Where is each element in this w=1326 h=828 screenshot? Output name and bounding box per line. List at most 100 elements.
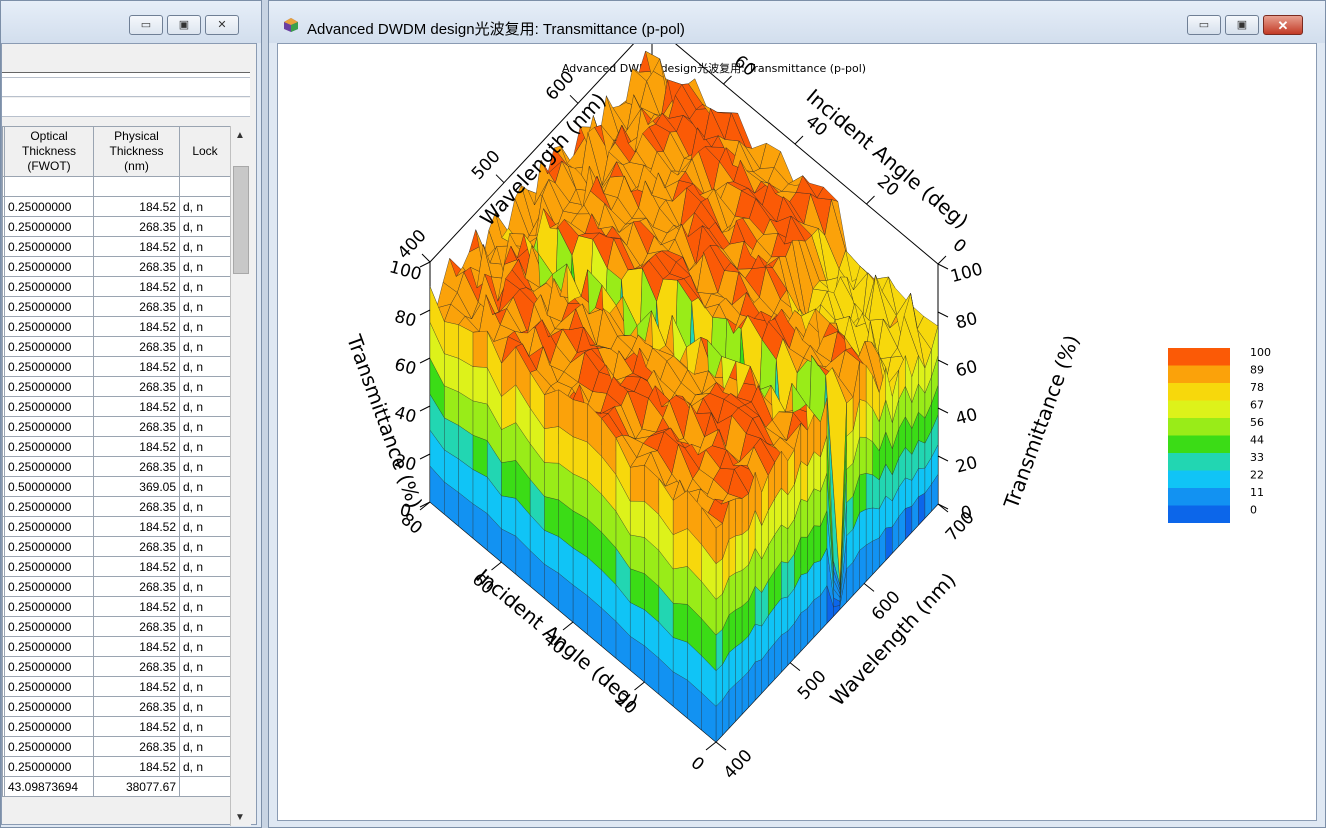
- lock-cell[interactable]: d, n: [179, 396, 231, 417]
- physical-thickness-cell[interactable]: 268.35: [93, 336, 180, 357]
- close-button[interactable]: ✕: [1263, 15, 1303, 35]
- table-row[interactable]: 0.50000000 369.05 d, n: [2, 476, 231, 497]
- lock-cell[interactable]: d, n: [179, 716, 231, 737]
- optical-thickness-cell[interactable]: 0.50000000: [4, 476, 94, 497]
- lock-cell[interactable]: d, n: [179, 336, 231, 357]
- scroll-up-icon[interactable]: ▲: [235, 130, 245, 141]
- lock-cell[interactable]: d, n: [179, 516, 231, 537]
- optical-thickness-cell[interactable]: 0.25000000: [4, 516, 94, 537]
- optical-thickness-cell[interactable]: 0.25000000: [4, 716, 94, 737]
- physical-thickness-cell[interactable]: 268.35: [93, 216, 180, 237]
- table-row[interactable]: 0.25000000 184.52 d, n: [2, 636, 231, 657]
- table-row[interactable]: 0.25000000 184.52 d, n: [2, 316, 231, 337]
- table-row[interactable]: 0.25000000 268.35 d, n: [2, 496, 231, 517]
- lock-cell[interactable]: d, n: [179, 236, 231, 257]
- lock-cell[interactable]: d, n: [179, 436, 231, 457]
- physical-thickness-cell[interactable]: 184.52: [93, 636, 180, 657]
- physical-thickness-cell[interactable]: 268.35: [93, 536, 180, 557]
- physical-thickness-cell[interactable]: 268.35: [93, 496, 180, 517]
- physical-thickness-cell[interactable]: 369.05: [93, 476, 180, 497]
- minimize-button[interactable]: ▭: [129, 15, 163, 35]
- header-optical-thickness[interactable]: Optical Thickness (FWOT): [4, 126, 94, 177]
- header-lock[interactable]: Lock: [179, 126, 231, 177]
- physical-thickness-cell[interactable]: 268.35: [93, 416, 180, 437]
- physical-thickness-cell[interactable]: 268.35: [93, 656, 180, 677]
- table-row[interactable]: 0.25000000 184.52 d, n: [2, 516, 231, 537]
- optical-thickness-cell[interactable]: 0.25000000: [4, 656, 94, 677]
- lock-cell[interactable]: d, n: [179, 316, 231, 337]
- header-physical-thickness[interactable]: Physical Thickness (nm): [93, 126, 180, 177]
- physical-thickness-cell[interactable]: 184.52: [93, 436, 180, 457]
- table-row[interactable]: 0.25000000 184.52 d, n: [2, 716, 231, 737]
- optical-thickness-cell[interactable]: 0.25000000: [4, 456, 94, 477]
- table-scrollbar[interactable]: ▲ ▼: [230, 126, 251, 826]
- physical-thickness-cell[interactable]: 268.35: [93, 616, 180, 637]
- scroll-thumb[interactable]: [233, 166, 249, 274]
- optical-thickness-cell[interactable]: 0.25000000: [4, 196, 94, 217]
- lock-cell[interactable]: d, n: [179, 456, 231, 477]
- optical-thickness-cell[interactable]: 0.25000000: [4, 576, 94, 597]
- optical-thickness-cell[interactable]: 0.25000000: [4, 216, 94, 237]
- lock-cell[interactable]: d, n: [179, 616, 231, 637]
- physical-thickness-cell[interactable]: 184.52: [93, 356, 180, 377]
- lock-cell[interactable]: d, n: [179, 476, 231, 497]
- optical-thickness-cell[interactable]: 0.25000000: [4, 556, 94, 577]
- optical-thickness-cell[interactable]: 0.25000000: [4, 616, 94, 637]
- physical-thickness-cell[interactable]: 184.52: [93, 596, 180, 617]
- lock-cell[interactable]: d, n: [179, 416, 231, 437]
- lock-cell[interactable]: d, n: [179, 656, 231, 677]
- physical-thickness-cell[interactable]: 184.52: [93, 316, 180, 337]
- table-row[interactable]: 0.25000000 184.52 d, n: [2, 356, 231, 377]
- table-row[interactable]: 0.25000000 184.52 d, n: [2, 556, 231, 577]
- optical-thickness-cell[interactable]: 0.25000000: [4, 436, 94, 457]
- table-row[interactable]: 0.25000000 184.52 d, n: [2, 756, 231, 777]
- table-row[interactable]: 0.25000000 268.35 d, n: [2, 256, 231, 277]
- table-row[interactable]: 0.25000000 268.35 d, n: [2, 336, 231, 357]
- lock-cell[interactable]: d, n: [179, 536, 231, 557]
- physical-thickness-cell[interactable]: 268.35: [93, 696, 180, 717]
- physical-thickness-cell[interactable]: 268.35: [93, 376, 180, 397]
- physical-thickness-cell[interactable]: 268.35: [93, 256, 180, 277]
- close-button[interactable]: ✕: [205, 15, 239, 35]
- optical-thickness-cell[interactable]: 0.25000000: [4, 256, 94, 277]
- table-row[interactable]: 0.25000000 184.52 d, n: [2, 436, 231, 457]
- lock-cell[interactable]: d, n: [179, 356, 231, 377]
- optical-thickness-cell[interactable]: 0.25000000: [4, 236, 94, 257]
- optical-thickness-cell[interactable]: 0.25000000: [4, 316, 94, 337]
- maximize-button[interactable]: ▣: [167, 15, 201, 35]
- table-row[interactable]: 0.25000000 184.52 d, n: [2, 596, 231, 617]
- table-row[interactable]: 0.25000000 268.35 d, n: [2, 376, 231, 397]
- optical-thickness-cell[interactable]: 0.25000000: [4, 496, 94, 517]
- physical-thickness-cell[interactable]: 268.35: [93, 576, 180, 597]
- scroll-down-icon[interactable]: ▼: [235, 812, 245, 823]
- physical-thickness-cell[interactable]: 184.52: [93, 516, 180, 537]
- lock-cell[interactable]: d, n: [179, 596, 231, 617]
- table-row[interactable]: 0.25000000 268.35 d, n: [2, 456, 231, 477]
- physical-thickness-cell[interactable]: 184.52: [93, 756, 180, 777]
- lock-cell[interactable]: d, n: [179, 556, 231, 577]
- lock-cell[interactable]: d, n: [179, 736, 231, 757]
- table-row[interactable]: 0.25000000 268.35 d, n: [2, 416, 231, 437]
- lock-cell[interactable]: d, n: [179, 296, 231, 317]
- table-row[interactable]: 0.25000000 184.52 d, n: [2, 276, 231, 297]
- optical-thickness-cell[interactable]: 0.25000000: [4, 376, 94, 397]
- table-row[interactable]: 0.25000000 268.35 d, n: [2, 296, 231, 317]
- physical-thickness-cell[interactable]: 268.35: [93, 296, 180, 317]
- optical-thickness-cell[interactable]: 0.25000000: [4, 536, 94, 557]
- lock-cell[interactable]: d, n: [179, 216, 231, 237]
- optical-thickness-cell[interactable]: 0.25000000: [4, 276, 94, 297]
- maximize-button[interactable]: ▣: [1225, 15, 1259, 35]
- table-row[interactable]: 0.25000000 184.52 d, n: [2, 236, 231, 257]
- minimize-button[interactable]: ▭: [1187, 15, 1221, 35]
- physical-thickness-cell[interactable]: 184.52: [93, 676, 180, 697]
- table-row[interactable]: 0.25000000 268.35 d, n: [2, 736, 231, 757]
- physical-thickness-cell[interactable]: 184.52: [93, 556, 180, 577]
- total-optical-thickness[interactable]: 43.09873694: [4, 776, 94, 797]
- table-row[interactable]: 0.25000000 268.35 d, n: [2, 696, 231, 717]
- total-physical-thickness[interactable]: 38077.67: [93, 776, 180, 797]
- table-row[interactable]: 0.25000000 268.35 d, n: [2, 536, 231, 557]
- physical-thickness-cell[interactable]: 184.52: [93, 196, 180, 217]
- table-row[interactable]: 0.25000000 268.35 d, n: [2, 656, 231, 677]
- optical-thickness-cell[interactable]: 0.25000000: [4, 736, 94, 757]
- lock-cell[interactable]: d, n: [179, 756, 231, 777]
